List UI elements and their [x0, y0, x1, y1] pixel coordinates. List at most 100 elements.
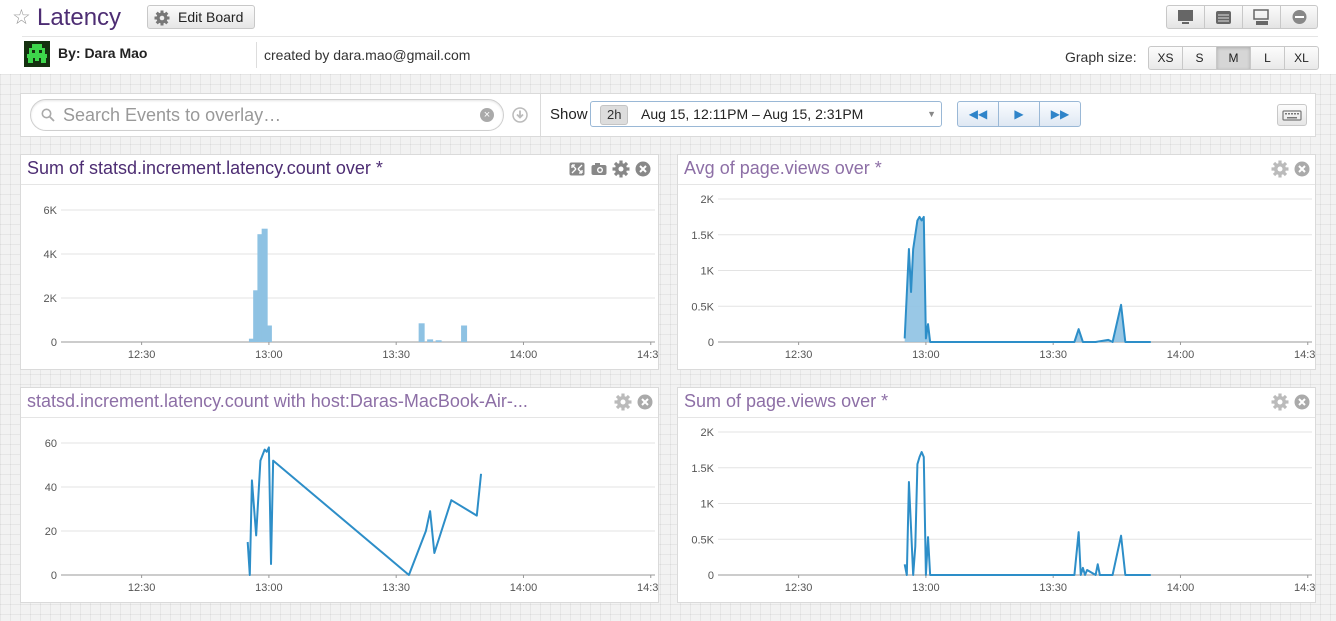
minus-circle-icon — [1292, 10, 1307, 24]
x-tick-label: 13:00 — [912, 582, 940, 594]
bar[interactable] — [461, 325, 468, 343]
widget-title[interactable]: Sum of page.views over * — [684, 390, 888, 412]
y-tick-label: 0.5K — [691, 534, 714, 546]
x-tick-label: 13:30 — [1039, 349, 1067, 361]
chevron-down-icon: ▼ — [927, 109, 936, 119]
list-mode-button[interactable] — [1205, 6, 1243, 28]
view-mode-buttons — [1166, 5, 1318, 29]
y-tick-label: 0 — [708, 337, 714, 349]
graph-size-label: Graph size: — [1065, 49, 1137, 65]
search-input[interactable] — [63, 104, 463, 126]
bar[interactable] — [418, 323, 425, 342]
x-tick-label: 13:30 — [1039, 582, 1067, 594]
bar[interactable] — [435, 340, 442, 342]
widget-chart: 0 0.5K 1K 1.5K 2K 12:30 13:00 13:30 14:00 14:30 — [691, 427, 1315, 594]
hide-button[interactable] — [1281, 6, 1318, 28]
widget-chart: 0 0.5K 1K 1.5K 2K 12:30 13:00 13:30 14:00 14:30 — [691, 194, 1315, 361]
x-tick-label: 13:00 — [255, 349, 283, 361]
x-tick-label: 14:30 — [637, 582, 658, 594]
favorite-star-icon[interactable]: ☆ — [12, 6, 31, 30]
x-tick-label: 14:30 — [1294, 582, 1315, 594]
widget-title[interactable]: Avg of page.views over * — [684, 157, 882, 179]
fast-forward-button[interactable]: ▶▶ — [1040, 102, 1080, 126]
y-tick-label: 1K — [701, 266, 715, 278]
y-tick-label: 0.5K — [691, 301, 714, 313]
search-icon — [41, 108, 55, 122]
edit-board-label: Edit Board — [178, 9, 244, 25]
time-range-text: Aug 15, 12:11PM – Aug 15, 2:31PM — [641, 106, 864, 122]
close-icon[interactable] — [1293, 160, 1311, 178]
y-tick-label: 6K — [44, 205, 58, 217]
search-box: × — [30, 99, 504, 131]
y-tick-label: 1.5K — [691, 230, 714, 242]
gear-icon[interactable] — [614, 393, 632, 411]
graph-size-xs-button[interactable]: XS — [1149, 47, 1183, 69]
series-line[interactable] — [246, 446, 483, 576]
expand-icon[interactable] — [568, 160, 586, 178]
widget-icons — [614, 393, 654, 411]
event-toolbar: × Show 2h Aug 15, 12:11PM – Aug 15, 2:31… — [20, 93, 1316, 137]
y-tick-label: 4K — [44, 249, 58, 261]
graph-size-m-button[interactable]: M — [1217, 47, 1251, 69]
gear-icon[interactable] — [1271, 393, 1289, 411]
clear-search-icon[interactable]: × — [480, 108, 494, 122]
y-tick-label: 40 — [45, 482, 57, 494]
x-tick-label: 13:00 — [912, 349, 940, 361]
widget-chart: 0 2K 4K 6K 12:30 13:00 13:30 14:00 14:30 — [44, 205, 658, 361]
widget-latency-host: statsd.increment.latency.count with host… — [20, 387, 659, 603]
series-line[interactable] — [903, 451, 1151, 576]
y-tick-label: 1K — [701, 499, 715, 511]
y-tick-label: 2K — [701, 427, 715, 439]
bar[interactable] — [261, 228, 268, 342]
close-icon[interactable] — [1293, 393, 1311, 411]
bar[interactable] — [265, 325, 272, 343]
graph-size-xl-button[interactable]: XL — [1285, 47, 1318, 69]
header-separator — [256, 42, 257, 68]
time-span-badge: 2h — [600, 105, 629, 125]
close-icon[interactable] — [634, 160, 652, 178]
tv-mode-button[interactable] — [1167, 6, 1205, 28]
layout-icon — [1253, 9, 1269, 25]
gear-icon[interactable] — [612, 160, 630, 178]
download-icon[interactable] — [512, 107, 528, 123]
edit-board-button[interactable]: Edit Board — [147, 5, 255, 29]
page-title: Latency — [37, 4, 122, 31]
y-tick-label: 2K — [701, 194, 715, 206]
rewind-button[interactable]: ◀◀ — [958, 102, 999, 126]
layout-mode-button[interactable] — [1243, 6, 1281, 28]
x-tick-label: 14:00 — [1167, 582, 1195, 594]
close-icon[interactable] — [636, 393, 654, 411]
series-line[interactable] — [903, 215, 1151, 343]
gear-icon — [154, 10, 170, 26]
y-tick-label: 0 — [708, 570, 714, 582]
graph-size-l-button[interactable]: L — [1251, 47, 1285, 69]
widget-title[interactable]: statsd.increment.latency.count with host… — [27, 390, 528, 412]
bar[interactable] — [427, 339, 434, 342]
widget-page-views-avg: Avg of page.views over * 0 0.5K 1K 1.5K 2K 12… — [677, 154, 1316, 370]
time-range-select[interactable]: 2h Aug 15, 12:11PM – Aug 15, 2:31PM ▼ — [590, 101, 942, 127]
x-tick-label: 14:30 — [637, 349, 658, 361]
created-by-text: created by dara.mao@gmail.com — [264, 47, 471, 63]
x-tick-label: 14:00 — [510, 349, 538, 361]
y-tick-label: 20 — [45, 526, 57, 538]
x-tick-label: 13:00 — [255, 582, 283, 594]
widget-chart: 0 20 40 60 12:30 13:00 13:30 14:00 14:30 — [45, 438, 658, 594]
list-icon — [1216, 11, 1231, 24]
y-tick-label: 1.5K — [691, 463, 714, 475]
gear-icon[interactable] — [1271, 160, 1289, 178]
camera-icon[interactable] — [590, 160, 608, 178]
play-button[interactable]: ▶ — [999, 102, 1040, 126]
graph-size-s-button[interactable]: S — [1183, 47, 1217, 69]
board-header: ☆ Latency Edit Board By: Dara Mao create… — [0, 0, 1336, 74]
keyboard-shortcuts-button[interactable] — [1277, 104, 1307, 126]
header-divider — [22, 36, 1318, 37]
x-tick-label: 13:30 — [382, 582, 410, 594]
time-navigation: ◀◀ ▶ ▶▶ — [957, 101, 1081, 127]
widget-title[interactable]: Sum of statsd.increment.latency.count ov… — [27, 157, 383, 179]
widget-icons — [568, 160, 652, 178]
show-label: Show — [550, 106, 588, 123]
x-tick-label: 12:30 — [785, 349, 813, 361]
widget-icons — [1271, 393, 1311, 411]
graph-size-selector: XS S M L XL — [1148, 46, 1319, 70]
x-tick-label: 12:30 — [128, 582, 156, 594]
